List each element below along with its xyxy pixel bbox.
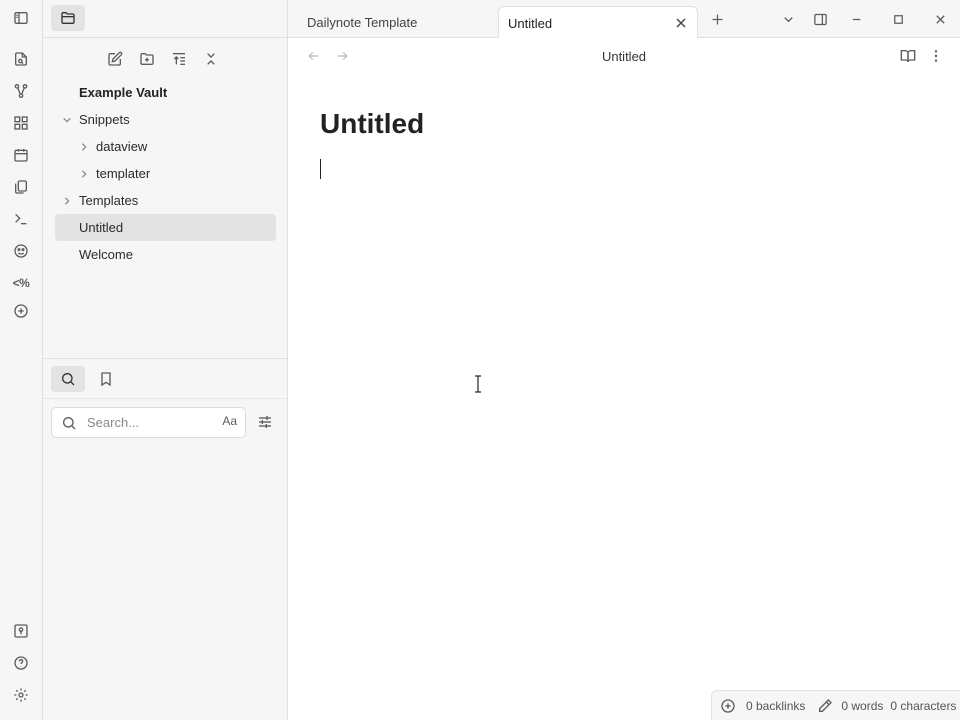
bookmarks-tab[interactable] bbox=[89, 366, 123, 392]
search-field[interactable]: Aa bbox=[51, 407, 246, 438]
sidebar-toggle-icon[interactable] bbox=[9, 6, 33, 30]
collapse-all-button[interactable] bbox=[199, 47, 223, 71]
left-sidebar: Example Vault Snippets dataview template… bbox=[43, 0, 288, 720]
collapse-icon bbox=[207, 53, 215, 65]
folder-icon bbox=[61, 12, 75, 24]
folder-plus-icon bbox=[140, 53, 154, 65]
tree-folder-templates[interactable]: Templates bbox=[55, 187, 276, 214]
sort-icon bbox=[173, 53, 185, 65]
chevron-down-icon bbox=[61, 114, 73, 126]
tree-item-label: Templates bbox=[79, 193, 139, 208]
maximize-button[interactable] bbox=[886, 7, 910, 31]
tab-list-button[interactable] bbox=[776, 7, 800, 31]
search-settings-button[interactable] bbox=[255, 411, 275, 433]
sidebar-right-icon bbox=[813, 13, 827, 25]
toggle-right-sidebar-button[interactable] bbox=[808, 7, 832, 31]
sliders-icon bbox=[259, 416, 271, 428]
view-header: Untitled bbox=[288, 38, 960, 74]
tab-dailynote-template[interactable]: Dailynote Template bbox=[288, 6, 498, 38]
chevron-right-icon bbox=[61, 195, 73, 207]
more-vertical-icon bbox=[934, 50, 938, 62]
palette-icon[interactable] bbox=[9, 239, 33, 263]
pencil-icon bbox=[817, 698, 833, 714]
bookmark-icon bbox=[101, 372, 111, 387]
new-note-button[interactable] bbox=[103, 47, 127, 71]
sidebar-header bbox=[43, 0, 288, 38]
tree-item-label: dataview bbox=[96, 139, 148, 154]
tab-label: Untitled bbox=[508, 15, 553, 31]
tab-untitled[interactable]: Untitled bbox=[498, 6, 698, 39]
help-icon[interactable] bbox=[9, 651, 33, 675]
calendar-icon[interactable] bbox=[9, 143, 33, 167]
ribbon: <% bbox=[0, 0, 43, 720]
minimize-button[interactable] bbox=[844, 7, 868, 31]
maximize-icon bbox=[893, 14, 903, 24]
tree-file-untitled[interactable]: Untitled bbox=[55, 214, 276, 241]
backlinks-icon bbox=[720, 698, 736, 714]
word-count: 0 words bbox=[841, 698, 884, 713]
close-window-button[interactable] bbox=[928, 7, 952, 31]
tree-folder-snippets[interactable]: Snippets bbox=[55, 106, 276, 133]
tab-bar: Dailynote Template Untitled bbox=[288, 0, 960, 39]
text-cursor bbox=[320, 159, 321, 179]
status-bar: 0 backlinks 0 words 0 characters bbox=[711, 690, 960, 720]
lower-tabs-divider bbox=[43, 398, 288, 399]
chevron-right-icon bbox=[78, 168, 90, 180]
tree-folder-dataview[interactable]: dataview bbox=[55, 133, 276, 160]
book-open-icon bbox=[900, 50, 916, 63]
search-input[interactable] bbox=[87, 415, 207, 430]
settings-icon[interactable] bbox=[9, 683, 33, 707]
templates-icon[interactable] bbox=[9, 175, 33, 199]
search-tab[interactable] bbox=[51, 366, 85, 392]
chevron-down-icon bbox=[783, 16, 793, 22]
tree-folder-templater[interactable]: templater bbox=[55, 160, 276, 187]
tree-item-label: Welcome bbox=[79, 247, 133, 262]
search-icon bbox=[61, 373, 75, 386]
reading-view-button[interactable] bbox=[897, 45, 919, 67]
sidebar-divider[interactable] bbox=[43, 358, 288, 359]
chevron-right-icon bbox=[78, 141, 90, 153]
file-explorer-actions bbox=[103, 47, 223, 71]
edit-icon bbox=[108, 51, 123, 66]
tree-item-label: templater bbox=[96, 166, 151, 181]
canvas-icon[interactable] bbox=[9, 111, 33, 135]
templater-label: <% bbox=[12, 276, 30, 290]
quick-switcher-icon[interactable] bbox=[9, 47, 33, 71]
sort-button[interactable] bbox=[167, 47, 191, 71]
file-tree: Example Vault Snippets dataview template… bbox=[55, 79, 276, 268]
add-icon[interactable] bbox=[9, 299, 33, 323]
backlinks-count[interactable]: 0 backlinks bbox=[746, 699, 805, 713]
templater-icon[interactable]: <% bbox=[9, 271, 33, 295]
new-tab-button[interactable] bbox=[705, 7, 729, 31]
graph-icon[interactable] bbox=[9, 79, 33, 103]
tab-label: Dailynote Template bbox=[307, 14, 418, 30]
search-icon bbox=[62, 416, 76, 429]
tree-item-label: Untitled bbox=[79, 220, 124, 235]
vault-name[interactable]: Example Vault bbox=[55, 79, 276, 106]
tree-item-label: Snippets bbox=[79, 112, 130, 127]
plus-icon bbox=[712, 14, 722, 24]
new-folder-button[interactable] bbox=[135, 47, 159, 71]
vault-switcher-icon[interactable] bbox=[9, 619, 33, 643]
tree-file-welcome[interactable]: Welcome bbox=[55, 241, 276, 268]
character-count: 0 characters bbox=[890, 698, 957, 713]
minimize-icon bbox=[852, 18, 860, 20]
lower-sidebar-tabs bbox=[51, 366, 123, 392]
close-icon bbox=[935, 14, 945, 24]
more-options-button[interactable] bbox=[925, 45, 947, 67]
file-explorer-tab[interactable] bbox=[51, 5, 85, 31]
match-case-button[interactable]: Aa bbox=[222, 414, 237, 428]
mouse-ibeam-cursor-icon bbox=[475, 375, 481, 393]
terminal-icon[interactable] bbox=[9, 207, 33, 231]
view-title[interactable]: Untitled bbox=[288, 49, 960, 64]
close-icon[interactable] bbox=[673, 15, 689, 31]
note-title[interactable]: Untitled bbox=[320, 108, 424, 140]
